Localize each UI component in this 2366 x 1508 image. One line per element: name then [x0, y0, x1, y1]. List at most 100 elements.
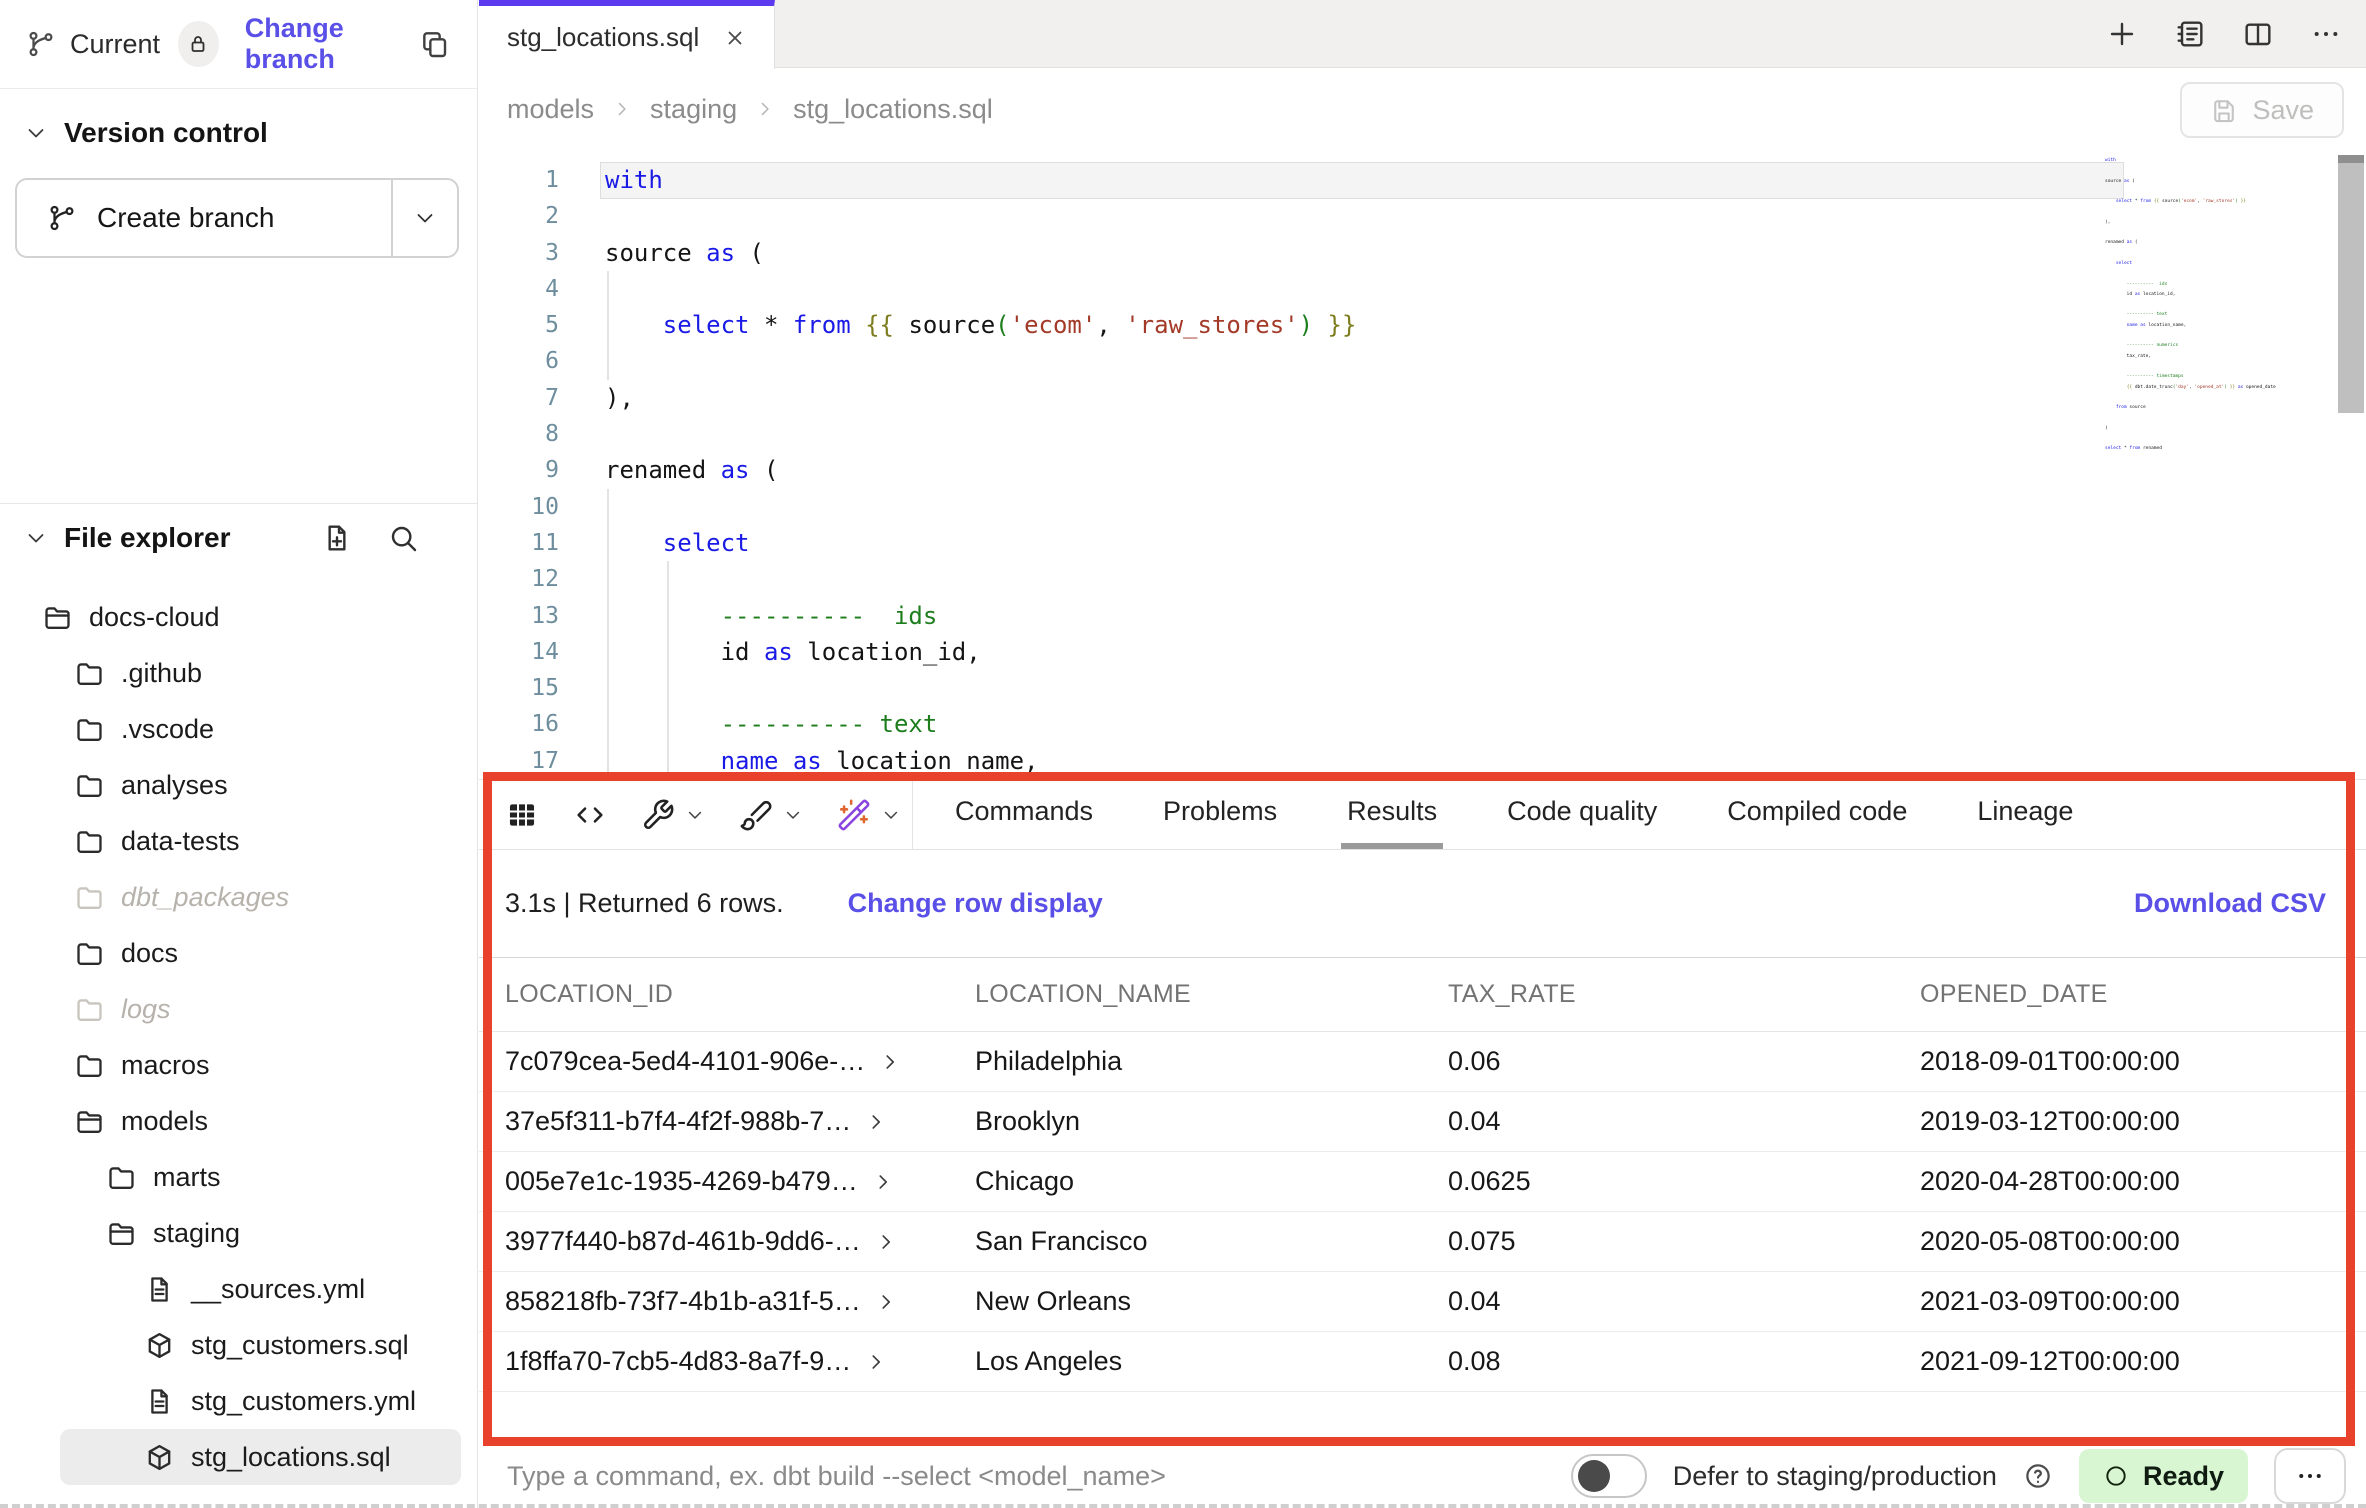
cell-location-id: 37e5f311-b7f4-4f2f-988b-7…	[505, 1106, 975, 1137]
code-line	[605, 343, 1356, 379]
file-tree-item-stg-customers-yml[interactable]: stg_customers.yml	[0, 1373, 477, 1429]
status-badge-ready[interactable]: Ready	[2079, 1449, 2248, 1503]
cell-location-name: Brooklyn	[975, 1106, 1448, 1137]
save-label: Save	[2252, 95, 2314, 126]
code-line: source as (	[2105, 177, 2315, 187]
cell-location-name: San Francisco	[975, 1226, 1448, 1257]
expand-cell-icon[interactable]	[872, 1171, 894, 1193]
column-header-opened_date[interactable]: OPENED_DATE	[1920, 980, 2366, 1009]
code-line: id as location_id,	[605, 634, 1356, 670]
code-line	[2105, 228, 2315, 238]
panel-tab-commands[interactable]: Commands	[949, 780, 1099, 849]
file-name: analyses	[121, 770, 228, 801]
more-options-button[interactable]	[2274, 1448, 2346, 1504]
cell-opened-date: 2018-09-01T00:00:00	[1920, 1046, 2366, 1077]
code-content[interactable]: with source as ( select * from {{ source…	[605, 162, 1356, 779]
copy-icon[interactable]	[419, 28, 451, 60]
breadcrumb-item[interactable]: stg_locations.sql	[793, 94, 993, 125]
folder-icon	[74, 714, 105, 745]
folder-icon	[74, 658, 105, 689]
file-name: data-tests	[121, 826, 240, 857]
change-branch-link[interactable]: Change branch	[245, 13, 419, 75]
line-number: 9	[479, 452, 559, 488]
new-tab-icon[interactable]	[2106, 18, 2138, 50]
create-branch-button[interactable]: Create branch	[17, 180, 391, 256]
split-editor-icon[interactable]	[2242, 18, 2274, 50]
file-tree-item-stg-customers-sql[interactable]: stg_customers.sql	[0, 1317, 477, 1373]
folder-icon	[74, 1050, 105, 1081]
code-tool-button[interactable]	[573, 798, 607, 832]
code-line: select	[605, 525, 1356, 561]
file-tree-item-stg-locations-sql[interactable]: stg_locations.sql	[60, 1429, 461, 1485]
column-header-location_name[interactable]: LOCATION_NAME	[975, 980, 1448, 1009]
command-bar: Type a command, ex. dbt build --select <…	[479, 1444, 2366, 1508]
code-line	[2105, 249, 2315, 259]
results-tabs: Commands Problems Results Code quality Compi…	[949, 780, 2079, 849]
table-tool-button[interactable]	[505, 798, 539, 832]
cell-location-name: Chicago	[975, 1166, 1448, 1197]
line-number: 11	[479, 525, 559, 561]
defer-toggle[interactable]	[1571, 1454, 1647, 1498]
file-tree-item-logs[interactable]: logs	[0, 981, 477, 1037]
file-tree-item-marts[interactable]: marts	[0, 1149, 477, 1205]
save-button[interactable]: Save	[2180, 82, 2344, 138]
wrench-tool-button[interactable]	[641, 798, 705, 832]
file-tree-item-models[interactable]: models	[0, 1093, 477, 1149]
version-control-title: Version control	[64, 117, 268, 149]
cell-tax-rate: 0.08	[1448, 1346, 1920, 1377]
expand-cell-icon[interactable]	[865, 1351, 887, 1373]
command-input[interactable]: Type a command, ex. dbt build --select <…	[507, 1461, 1166, 1492]
wand-tool-button[interactable]	[837, 798, 901, 832]
file-tree-item-docs[interactable]: docs	[0, 925, 477, 981]
minimap[interactable]: with source as ( select * from {{ source…	[2105, 156, 2315, 455]
editor-scrollbar[interactable]	[2338, 155, 2364, 413]
column-header-location_id[interactable]: LOCATION_ID	[505, 980, 975, 1009]
file-tree-item-analyses[interactable]: analyses	[0, 757, 477, 813]
line-number: 7	[479, 380, 559, 416]
file-tree-item-staging[interactable]: staging	[0, 1205, 477, 1261]
create-branch-dropdown[interactable]	[391, 180, 457, 256]
file-tree-item-data-tests[interactable]: data-tests	[0, 813, 477, 869]
file-tree-item--github[interactable]: .github	[0, 645, 477, 701]
file-tree-item-dbt-packages[interactable]: dbt_packages	[0, 869, 477, 925]
expand-cell-icon[interactable]	[865, 1111, 887, 1133]
brush-tool-button[interactable]	[739, 798, 803, 832]
file-tree-item--vscode[interactable]: .vscode	[0, 701, 477, 757]
new-file-icon[interactable]	[321, 522, 353, 554]
cell-location-id: 3977f440-b87d-461b-9dd6-…	[505, 1226, 975, 1257]
column-header-tax_rate[interactable]: TAX_RATE	[1448, 980, 1920, 1009]
panel-tab-compiled-code[interactable]: Compiled code	[1721, 780, 1913, 849]
expand-cell-icon[interactable]	[875, 1291, 897, 1313]
line-number: 6	[479, 343, 559, 379]
file-tree-item-macros[interactable]: macros	[0, 1037, 477, 1093]
expand-cell-icon[interactable]	[875, 1231, 897, 1253]
panel-tab-problems[interactable]: Problems	[1157, 780, 1283, 849]
line-number: 10	[479, 489, 559, 525]
search-icon[interactable]	[387, 522, 419, 554]
cell-opened-date: 2020-05-08T00:00:00	[1920, 1226, 2366, 1257]
panel-tab-code-quality[interactable]: Code quality	[1501, 780, 1663, 849]
results-info-row: 3.1s | Returned 6 rows. Change row displ…	[479, 850, 2366, 958]
code-line: select * from renamed	[2105, 444, 2315, 454]
breadcrumb-item[interactable]: staging	[650, 94, 737, 125]
download-csv-link[interactable]: Download CSV	[2134, 888, 2326, 919]
panel-tab-lineage[interactable]: Lineage	[1971, 780, 2079, 849]
file-tree-item-docs-cloud[interactable]: docs-cloud	[0, 589, 477, 645]
change-row-display-link[interactable]: Change row display	[848, 888, 1103, 919]
help-icon[interactable]	[2023, 1461, 2053, 1491]
file-explorer-header[interactable]: File explorer	[0, 505, 477, 571]
cell-location-id: 7c079cea-5ed4-4101-906e-…	[505, 1046, 975, 1077]
breadcrumb-item[interactable]: models	[507, 94, 594, 125]
panel-tab-results[interactable]: Results	[1341, 780, 1443, 849]
notebook-icon[interactable]	[2174, 18, 2206, 50]
more-icon[interactable]	[2310, 18, 2342, 50]
code-editor[interactable]: 1234567891011121314151617 with source as…	[479, 150, 2366, 779]
chevron-down-icon	[24, 121, 48, 145]
line-number: 13	[479, 598, 559, 634]
close-icon[interactable]	[723, 26, 747, 50]
version-control-header[interactable]: Version control	[0, 100, 477, 166]
tab-stg-locations-sql[interactable]: stg_locations.sql	[479, 0, 775, 69]
folder-icon	[74, 994, 105, 1025]
file-tree-item--sources-yml[interactable]: __sources.yml	[0, 1261, 477, 1317]
expand-cell-icon[interactable]	[879, 1051, 901, 1073]
